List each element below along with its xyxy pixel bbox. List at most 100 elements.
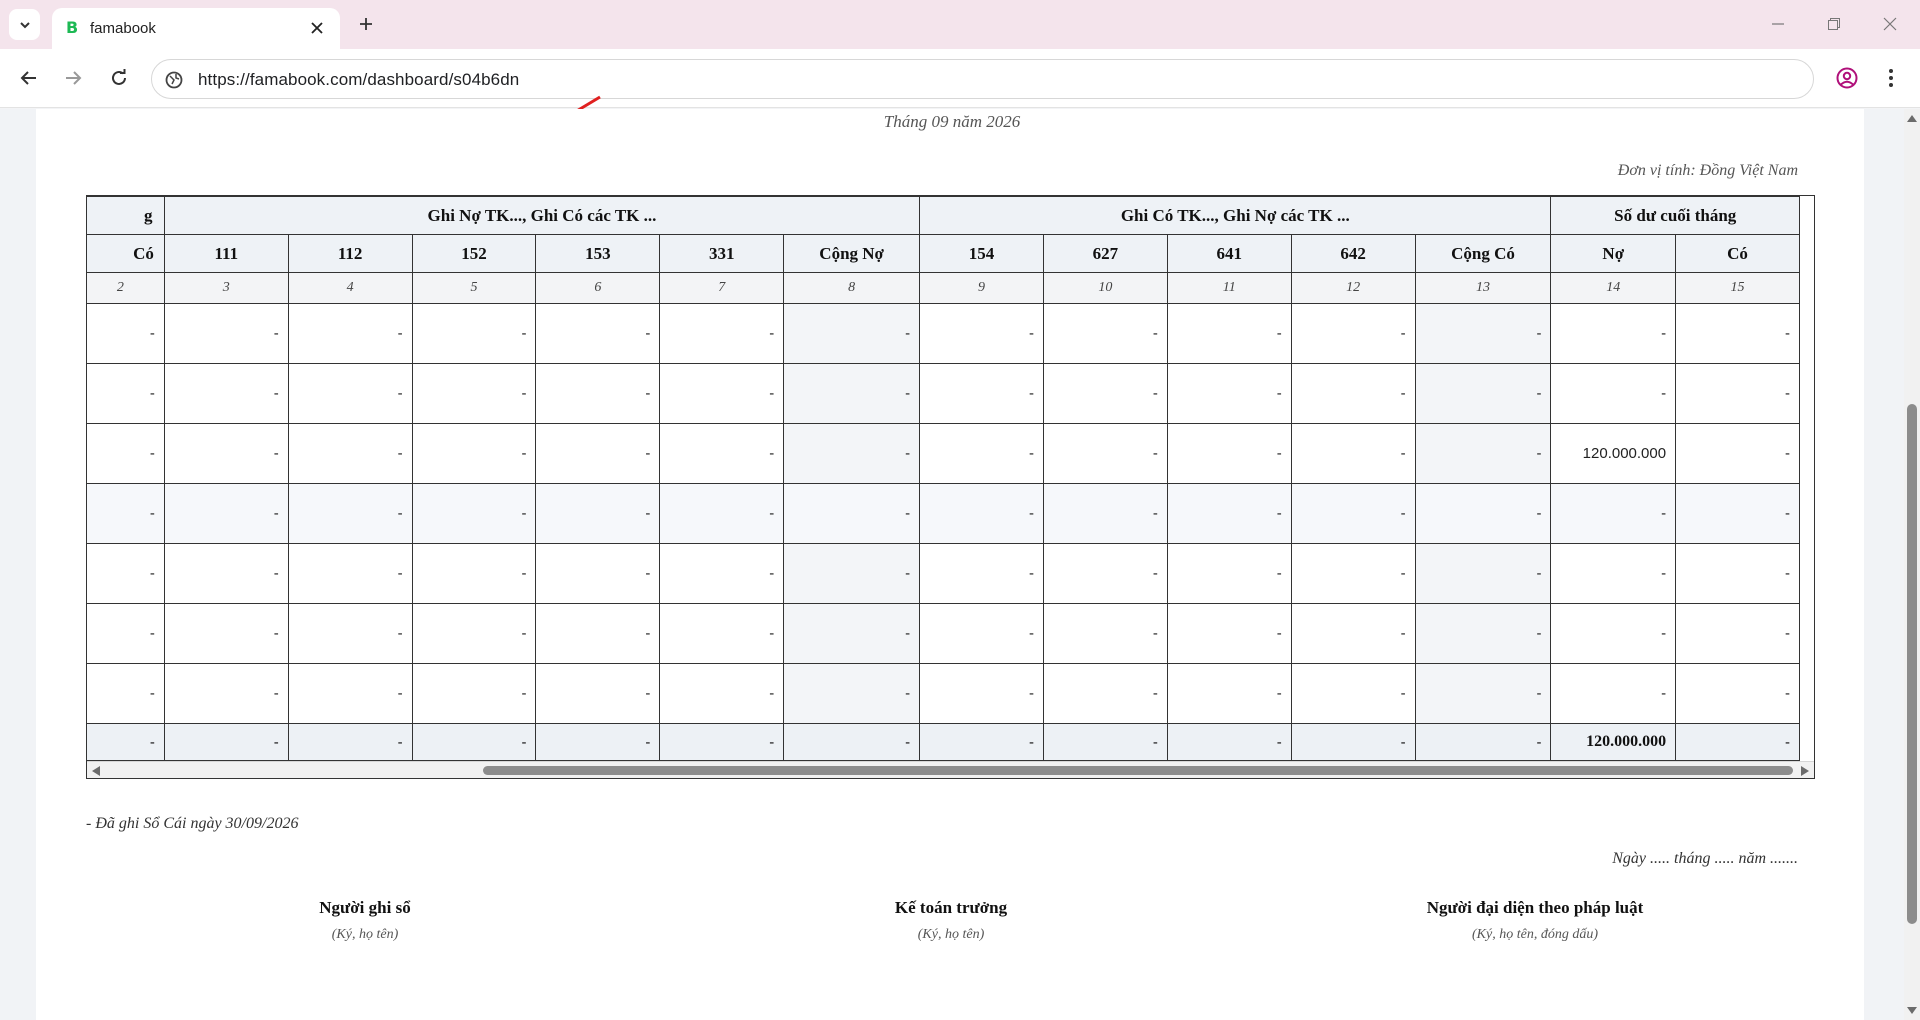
table-cell: - — [1414, 543, 1552, 604]
table-cell: - — [783, 603, 921, 664]
scroll-left-icon[interactable] — [92, 766, 100, 776]
table-cell: - — [1042, 543, 1168, 604]
total-cell: - — [919, 723, 1044, 761]
table-cell: - — [287, 363, 413, 424]
browser-tab-strip: B famabook — [0, 0, 1920, 49]
table-cell: - — [919, 603, 1044, 664]
signature-recorder: Người ghi sổ (Ký, họ tên) — [165, 898, 565, 943]
browser-menu-button[interactable] — [1876, 63, 1906, 93]
signature-title: Kế toán trưởng — [894, 898, 1008, 917]
close-tab-button[interactable] — [306, 17, 328, 39]
column-number: 11 — [1166, 272, 1292, 304]
site-info-icon[interactable] — [164, 70, 184, 90]
table-cell: - — [659, 483, 785, 544]
close-window-button[interactable] — [1876, 10, 1904, 38]
table-cell: - — [287, 603, 413, 664]
vertical-scrollbar[interactable] — [1904, 109, 1920, 1020]
restore-icon — [1828, 18, 1840, 30]
vertical-scroll-thumb[interactable] — [1907, 404, 1917, 924]
table-cell: - — [919, 303, 1044, 364]
table-cell: - — [1166, 603, 1292, 664]
column-header: Cộng Nợ — [783, 234, 921, 273]
table-cell: - — [1290, 543, 1416, 604]
header-credit-group: Ghi Có TK..., Ghi Nợ các TK ... — [919, 196, 1552, 235]
table-cell: - — [287, 483, 413, 544]
total-cell: - — [411, 723, 537, 761]
table-row: -------------- — [87, 363, 1800, 424]
table-cell: - — [1675, 423, 1800, 484]
table-cell: - — [163, 423, 289, 484]
table-cell: - — [411, 303, 537, 364]
signature-subtitle: (Ký, họ tên) — [917, 927, 985, 942]
table-cell: - — [1166, 483, 1292, 544]
close-icon — [1883, 17, 1897, 31]
scroll-right-icon[interactable] — [1801, 766, 1809, 776]
table-cell: - — [1290, 603, 1416, 664]
plus-icon — [360, 18, 372, 30]
table-cell: - — [411, 363, 537, 424]
table-cell: - — [1042, 303, 1168, 364]
total-cell: 120.000.000 — [1550, 723, 1677, 761]
scroll-up-icon[interactable] — [1907, 115, 1917, 122]
table-cell: - — [411, 663, 537, 724]
restore-window-button[interactable] — [1820, 10, 1848, 38]
total-row: - - - - - - - - - - - -120.000.000- — [87, 723, 1800, 761]
back-button[interactable] — [14, 63, 44, 93]
table-cell: - — [535, 543, 661, 604]
signature-title: Người ghi sổ — [319, 898, 411, 917]
table-cell: - — [87, 363, 165, 424]
chevron-down-icon — [19, 21, 30, 28]
table-cell: - — [919, 423, 1044, 484]
address-bar[interactable]: https://famabook.com/dashboard/s04b6dn — [151, 59, 1814, 99]
table-cell: - — [1414, 303, 1552, 364]
column-number: 6 — [535, 272, 661, 304]
table-cell: - — [1042, 363, 1168, 424]
browser-toolbar: https://famabook.com/dashboard/s04b6dn — [0, 49, 1920, 124]
table-cell: - — [1550, 663, 1677, 724]
table-cell: - — [1414, 663, 1552, 724]
arrow-left-icon — [20, 71, 36, 85]
tab-search-button[interactable] — [9, 9, 40, 40]
url-text[interactable]: https://famabook.com/dashboard/s04b6dn — [198, 70, 519, 90]
table-cell: - — [1675, 483, 1800, 544]
total-cell: - — [535, 723, 661, 761]
total-cell: - — [1675, 723, 1800, 761]
signature-subtitle: (Ký, họ tên) — [331, 927, 399, 942]
table-cell: - — [659, 423, 785, 484]
total-cell: - — [1166, 723, 1292, 761]
column-number: 14 — [1550, 272, 1677, 304]
scroll-down-icon[interactable] — [1907, 1007, 1917, 1014]
profile-button[interactable] — [1832, 63, 1862, 93]
new-tab-button[interactable] — [352, 10, 380, 38]
table-cell: - — [1042, 603, 1168, 664]
column-number: 4 — [287, 272, 413, 304]
horizontal-scrollbar[interactable] — [87, 761, 1814, 778]
minimize-icon — [1772, 23, 1784, 25]
reload-button[interactable] — [104, 63, 134, 93]
ledger-posted-note: - Đã ghi Sổ Cái ngày 30/09/2026 — [86, 815, 299, 832]
horizontal-scroll-thumb[interactable] — [483, 766, 1793, 775]
column-number: 10 — [1042, 272, 1168, 304]
total-cell: - — [287, 723, 413, 761]
header-end-balance: Số dư cuối tháng — [1550, 196, 1800, 235]
currency-unit: Đơn vị tính: Đồng Việt Nam — [1617, 162, 1798, 179]
reload-icon — [112, 69, 126, 85]
forward-button[interactable] — [58, 63, 88, 93]
column-header: Cộng Có — [1414, 234, 1552, 273]
ledger-table-container[interactable]: g Ghi Nợ TK..., Ghi Có các TK ... Ghi Có… — [86, 195, 1815, 779]
browser-tab[interactable]: B famabook — [52, 8, 340, 49]
minimize-window-button[interactable] — [1764, 10, 1792, 38]
table-cell: - — [659, 303, 785, 364]
column-header: Có — [1675, 234, 1800, 273]
table-row: -------------- — [87, 603, 1800, 664]
table-cell: - — [163, 303, 289, 364]
table-cell: - — [163, 543, 289, 604]
table-cell: - — [1414, 483, 1552, 544]
famabook-favicon-icon: B — [66, 18, 79, 37]
signature-subtitle: (Ký, họ tên, đóng dấu) — [1472, 927, 1598, 942]
total-cell: - — [659, 723, 785, 761]
table-cell: - — [1675, 303, 1800, 364]
signature-chief-accountant: Kế toán trưởng (Ký, họ tên) — [751, 898, 1151, 943]
profile-icon — [1836, 67, 1858, 89]
table-cell: - — [783, 543, 921, 604]
